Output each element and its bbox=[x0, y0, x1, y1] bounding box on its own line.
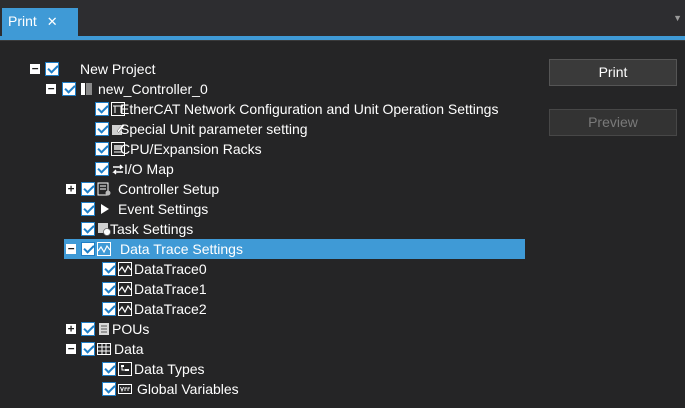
print-panel: − New Project − new_Controller_0 EtherCA… bbox=[0, 40, 685, 408]
checkbox-event-settings[interactable] bbox=[81, 202, 95, 216]
print-button[interactable]: Print bbox=[549, 59, 677, 86]
expand-icon[interactable]: + bbox=[66, 183, 76, 194]
tree-node-new-project[interactable]: − New Project bbox=[0, 59, 200, 79]
tree-node-event-settings[interactable]: Event Settings bbox=[0, 199, 260, 219]
setup-icon bbox=[97, 182, 111, 196]
var-icon bbox=[118, 384, 132, 394]
tree-node-controller-setup[interactable]: + Controller Setup bbox=[0, 179, 260, 199]
task-icon bbox=[98, 223, 111, 236]
collapse-icon[interactable]: − bbox=[66, 343, 76, 354]
tab-title: Print bbox=[8, 13, 37, 29]
checkbox-pous[interactable] bbox=[81, 322, 95, 336]
controller-icon bbox=[81, 83, 92, 95]
checkbox-data-trace-settings[interactable] bbox=[81, 242, 95, 256]
checkbox-data[interactable] bbox=[81, 342, 95, 356]
checkbox-new-project[interactable] bbox=[45, 62, 59, 76]
table-icon bbox=[97, 343, 111, 355]
collapse-icon[interactable]: − bbox=[30, 63, 40, 74]
tree-node-io-map[interactable]: I/O Map bbox=[0, 159, 200, 179]
tree-node-label: Data Trace Settings bbox=[120, 241, 243, 257]
checkbox-cpu-racks[interactable] bbox=[95, 142, 109, 156]
tree-node-label: new_Controller_0 bbox=[98, 81, 208, 97]
tree-node-label: DataTrace2 bbox=[134, 301, 207, 317]
tree-node-label: DataTrace0 bbox=[134, 261, 207, 277]
collapse-icon[interactable]: − bbox=[46, 83, 56, 94]
tree-node-label: CPU/Expansion Racks bbox=[120, 141, 262, 157]
expand-icon[interactable]: + bbox=[66, 323, 76, 334]
tree-node-label: Special Unit parameter setting bbox=[120, 121, 308, 137]
tree-node-label: Data Types bbox=[134, 361, 205, 377]
checkbox-datatrace1[interactable] bbox=[102, 282, 116, 296]
checkbox-special-unit[interactable] bbox=[95, 122, 109, 136]
tree-node-label: Controller Setup bbox=[118, 181, 220, 197]
waveform-icon bbox=[118, 282, 132, 296]
document-icon bbox=[99, 323, 109, 335]
tree-node-data[interactable]: − Data bbox=[0, 339, 200, 359]
waveform-icon bbox=[97, 242, 111, 256]
waveform-icon bbox=[118, 262, 132, 276]
checkbox-data-types[interactable] bbox=[102, 362, 116, 376]
tree-node-datatrace0[interactable]: DataTrace0 bbox=[0, 259, 240, 279]
preview-button[interactable]: Preview bbox=[549, 109, 677, 136]
tree-node-data-types[interactable]: Data Types bbox=[0, 359, 240, 379]
close-icon[interactable]: ✕ bbox=[47, 14, 58, 29]
tree-node-label: POUs bbox=[112, 321, 150, 337]
tree-node-label: Task Settings bbox=[110, 221, 194, 237]
tab-bar: Print ✕ ▼ bbox=[0, 0, 685, 40]
checkbox-ethercat[interactable] bbox=[95, 102, 109, 116]
checkbox-controller-setup[interactable] bbox=[81, 182, 95, 196]
checkbox-datatrace2[interactable] bbox=[102, 302, 116, 316]
tree-node-datatrace2[interactable]: DataTrace2 bbox=[0, 299, 240, 319]
tree-node-data-trace-settings[interactable]: − Data Trace Settings bbox=[64, 239, 525, 259]
checkbox-controller[interactable] bbox=[62, 82, 76, 96]
tree-node-global-variables[interactable]: Global Variables bbox=[0, 379, 260, 399]
arrows-icon bbox=[112, 164, 124, 175]
tree-node-label: I/O Map bbox=[124, 161, 174, 177]
checkbox-io-map[interactable] bbox=[95, 162, 109, 176]
tree-node-cpu-racks[interactable]: CPU/Expansion Racks bbox=[0, 139, 270, 159]
tree-node-label: DataTrace1 bbox=[134, 281, 207, 297]
tree-node-special-unit[interactable]: Special Unit parameter setting bbox=[0, 119, 330, 139]
tree-node-datatrace1[interactable]: DataTrace1 bbox=[0, 279, 240, 299]
tree-node-label: EtherCAT Network Configuration and Unit … bbox=[120, 101, 499, 117]
tree-node-task-settings[interactable]: Task Settings bbox=[0, 219, 260, 239]
tree-node-label: Data bbox=[114, 341, 144, 357]
tab-print[interactable]: Print ✕ bbox=[2, 8, 78, 37]
tree-node-controller[interactable]: − new_Controller_0 bbox=[0, 79, 220, 99]
flag-icon bbox=[101, 204, 109, 214]
tree-node-pous[interactable]: + POUs bbox=[0, 319, 200, 339]
checkbox-global-variables[interactable] bbox=[102, 382, 116, 396]
collapse-icon[interactable]: − bbox=[66, 243, 76, 254]
tree-node-label: Event Settings bbox=[118, 201, 209, 217]
waveform-icon bbox=[118, 302, 132, 316]
checkbox-datatrace0[interactable] bbox=[102, 262, 116, 276]
tree-node-label: New Project bbox=[80, 61, 156, 77]
print-tree: − New Project − new_Controller_0 EtherCA… bbox=[0, 41, 540, 408]
tab-dropdown-icon[interactable]: ▼ bbox=[673, 13, 682, 23]
checkbox-task-settings[interactable] bbox=[81, 222, 95, 236]
tree-node-ethercat[interactable]: EtherCAT Network Configuration and Unit … bbox=[0, 99, 530, 119]
tree-icon bbox=[118, 362, 132, 376]
tree-node-label: Global Variables bbox=[137, 381, 239, 397]
